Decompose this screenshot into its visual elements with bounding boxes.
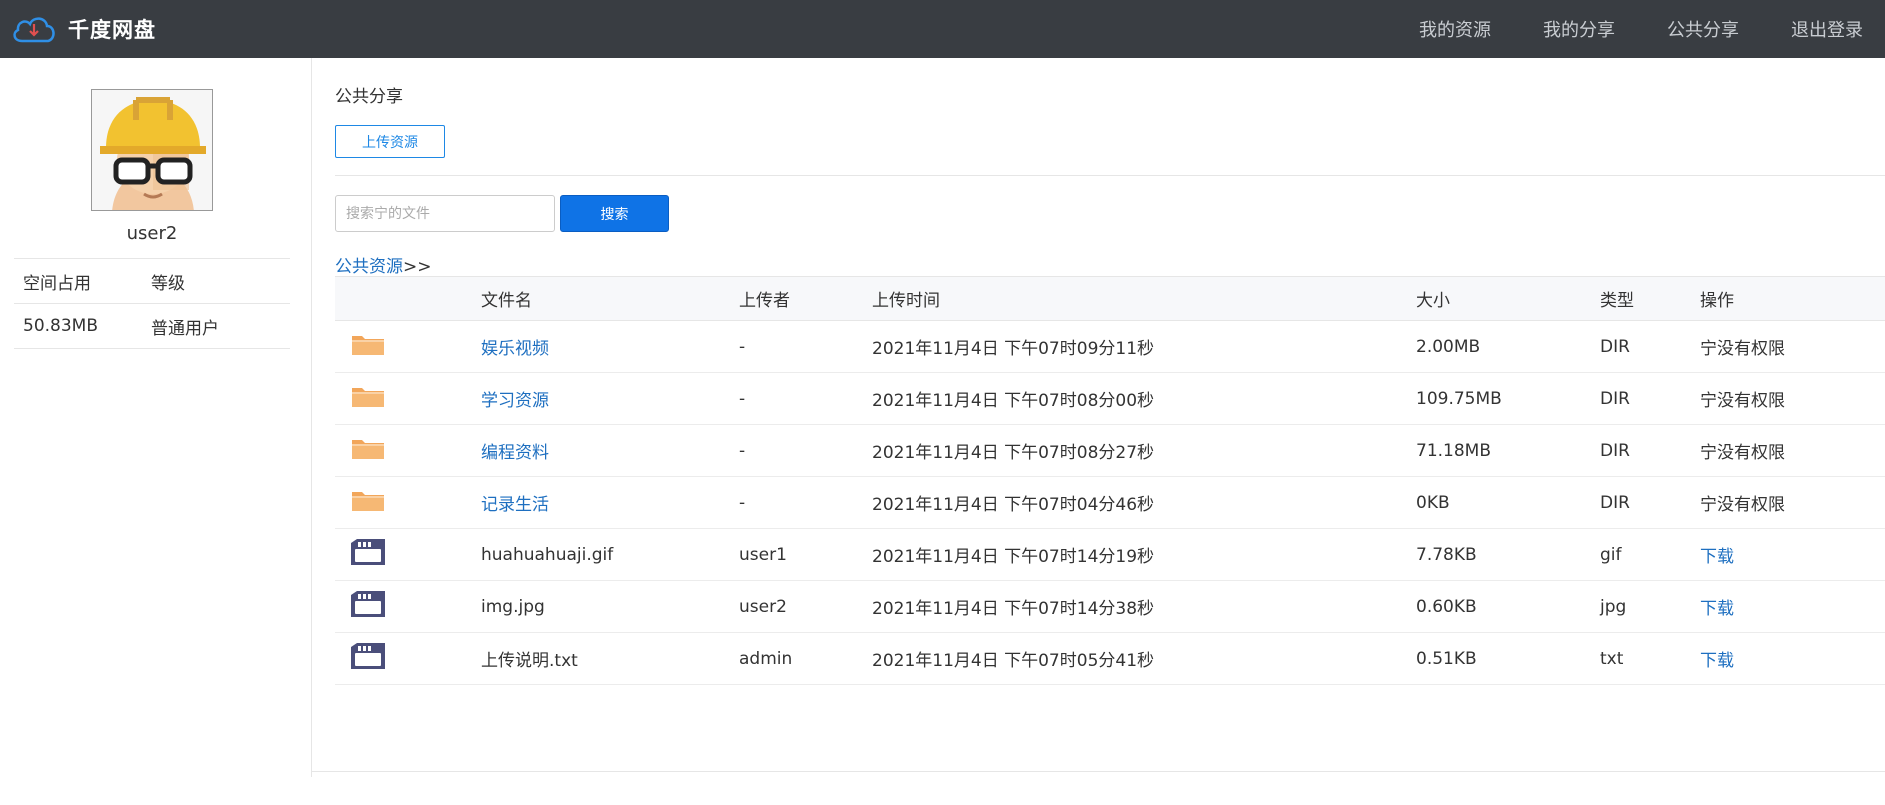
file-name: huahuahuaji.gif (481, 544, 614, 565)
uploader: - (739, 336, 746, 357)
uploader: user1 (739, 544, 787, 565)
folder-icon (347, 432, 389, 469)
file-table: 文件名 上传者 上传时间 大小 类型 操作 娱乐视频 -2021年11月4日 下午… (335, 276, 1885, 685)
upload-time: 2021年11月4日 下午07时14分38秒 (872, 599, 1155, 619)
folder-link[interactable]: 编程资料 (481, 438, 739, 463)
file-size: 0KB (1416, 492, 1450, 513)
file-icon (347, 536, 389, 573)
upload-button[interactable]: 上传资源 (335, 125, 445, 158)
download-link[interactable]: 下载 (1700, 594, 1885, 619)
table-body: 娱乐视频 -2021年11月4日 下午07时09分11秒 2.00MB DIR 宁没有权… (335, 321, 1885, 685)
file-icon (347, 640, 389, 677)
header-upload-time: 上传时间 (872, 291, 940, 311)
folder-icon (347, 484, 389, 521)
file-type: DIR (1600, 388, 1630, 409)
no-permission-text: 宁没有权限 (1700, 443, 1785, 463)
search-input[interactable] (335, 195, 555, 232)
uploader: - (739, 440, 746, 461)
stats-value-space: 50.83MB (23, 316, 98, 336)
file-size: 109.75MB (1416, 388, 1502, 409)
table-row: img.jpg user2 2021年11月4日 下午07时14分38秒 0.60KB… (335, 581, 1885, 633)
upload-time: 2021年11月4日 下午07时05分41秒 (872, 651, 1155, 671)
table-header: 文件名 上传者 上传时间 大小 类型 操作 (335, 276, 1885, 321)
file-type: jpg (1600, 596, 1627, 617)
no-permission-text: 宁没有权限 (1700, 495, 1785, 515)
file-icon (347, 588, 389, 625)
header-filename: 文件名 (481, 291, 532, 311)
file-size: 2.00MB (1416, 336, 1481, 357)
uploader: - (739, 388, 746, 409)
folder-icon (347, 380, 389, 417)
upload-time: 2021年11月4日 下午07时09分11秒 (872, 339, 1155, 359)
page-title: 公共分享 (335, 87, 403, 107)
breadcrumb: 公共资源>> (335, 252, 432, 277)
file-size: 0.51KB (1416, 648, 1477, 669)
breadcrumb-public-resources[interactable]: 公共资源 (335, 257, 403, 277)
brand[interactable]: 千度网盘 (10, 11, 156, 47)
username: user2 (126, 223, 178, 244)
user-stats: 空间占用 等级 50.83MB 普通用户 (14, 258, 290, 349)
worker-avatar-icon (92, 90, 212, 210)
nav-my-resources[interactable]: 我的资源 (1419, 16, 1491, 42)
download-link[interactable]: 下载 (1700, 542, 1885, 567)
table-row: 上传说明.txt admin 2021年11月4日 下午07时05分41秒 0.51K… (335, 633, 1885, 685)
upload-time: 2021年11月4日 下午07时08分27秒 (872, 443, 1155, 463)
file-size: 7.78KB (1416, 544, 1477, 565)
folder-link[interactable]: 学习资源 (481, 386, 739, 411)
stats-label-space: 空间占用 (23, 273, 91, 294)
no-permission-text: 宁没有权限 (1700, 339, 1785, 359)
stats-value-level: 普通用户 (151, 318, 219, 339)
brand-name: 千度网盘 (68, 18, 156, 42)
upload-time: 2021年11月4日 下午07时08分00秒 (872, 391, 1155, 411)
file-size: 71.18MB (1416, 440, 1491, 461)
file-type: gif (1600, 544, 1622, 565)
file-name: img.jpg (481, 596, 545, 617)
main-content: 公共分享 上传资源 搜索 公共资源>> 文件名 上传者 上传时间 大小 类型 操… (312, 58, 1885, 777)
stats-value-row: 50.83MB 普通用户 (14, 304, 290, 349)
upload-time: 2021年11月4日 下午07时04分46秒 (872, 495, 1155, 515)
folder-link[interactable]: 娱乐视频 (481, 334, 739, 359)
table-row: huahuahuaji.gif user1 2021年11月4日 下午07时14分1… (335, 529, 1885, 581)
top-nav: 我的资源 我的分享 公共分享 退出登录 (1419, 0, 1885, 58)
header-type: 类型 (1600, 291, 1634, 311)
table-row: 学习资源 - 2021年11月4日 下午07时08分00秒 109.75MB DIR 宁没… (335, 373, 1885, 425)
cloud-logo-icon (13, 17, 55, 43)
stats-label-level: 等级 (151, 273, 185, 294)
no-permission-text: 宁没有权限 (1700, 391, 1785, 411)
header-size: 大小 (1416, 291, 1450, 311)
uploader: user2 (739, 596, 787, 617)
search-button[interactable]: 搜索 (560, 195, 669, 232)
table-row: 娱乐视频 - 2021年11月4日 下午07时09分11秒 2.00MB DIR 宁没有权… (335, 321, 1885, 373)
uploader: admin (739, 648, 793, 669)
nav-logout[interactable]: 退出登录 (1791, 16, 1863, 42)
file-type: DIR (1600, 440, 1630, 461)
breadcrumb-separator: >> (403, 257, 432, 277)
top-navbar: 千度网盘 我的资源 我的分享 公共分享 退出登录 (0, 0, 1885, 58)
header-action: 操作 (1700, 291, 1734, 311)
stats-header-row: 空间占用 等级 (14, 259, 290, 304)
content-bottom-border (312, 771, 1885, 772)
file-type: DIR (1600, 336, 1630, 357)
folder-link[interactable]: 记录生活 (481, 490, 739, 515)
file-size: 0.60KB (1416, 596, 1477, 617)
download-link[interactable]: 下载 (1700, 646, 1885, 671)
avatar (91, 89, 213, 211)
nav-public-share[interactable]: 公共分享 (1667, 16, 1739, 42)
divider (335, 175, 1885, 176)
nav-my-shares[interactable]: 我的分享 (1543, 16, 1615, 42)
file-type: txt (1600, 648, 1624, 669)
table-row: 编程资料 - 2021年11月4日 下午07时08分27秒 71.18MB DIR 宁没有… (335, 425, 1885, 477)
folder-icon (347, 328, 389, 365)
file-name: 上传说明.txt (481, 651, 578, 671)
upload-time: 2021年11月4日 下午07时14分19秒 (872, 547, 1155, 567)
file-type: DIR (1600, 492, 1630, 513)
sidebar: user2 空间占用 等级 50.83MB 普通用户 (0, 58, 312, 777)
uploader: - (739, 492, 746, 513)
table-row: 记录生活 - 2021年11月4日 下午07时04分46秒 0KB DIR 宁没有权限 (335, 477, 1885, 529)
header-uploader: 上传者 (739, 291, 790, 311)
